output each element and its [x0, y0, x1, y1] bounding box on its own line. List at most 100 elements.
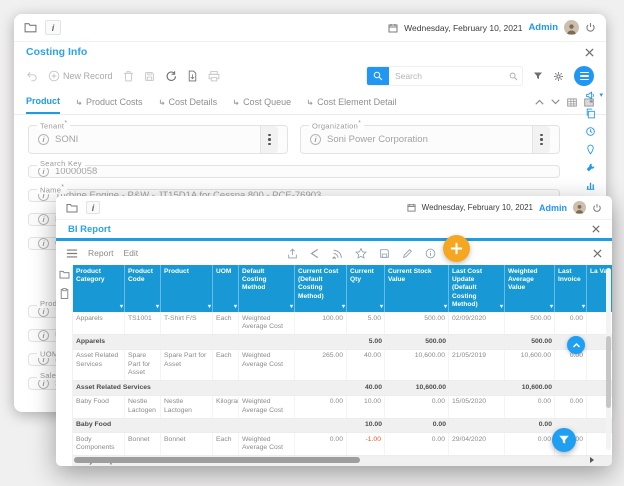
- column-header-2[interactable]: Product▾: [161, 265, 213, 312]
- close-report-icon[interactable]: [593, 249, 602, 258]
- export-document-icon[interactable]: [187, 70, 198, 82]
- info-icon[interactable]: i: [86, 201, 100, 214]
- search-icon[interactable]: [367, 66, 389, 86]
- column-header-4[interactable]: Default Costing Method▾: [239, 265, 295, 312]
- horizontal-scrollbar-thumb[interactable]: [74, 457, 360, 463]
- horizontal-scrollbar-track[interactable]: [74, 457, 584, 463]
- tenant-field[interactable]: Tenant* i SONI: [28, 125, 288, 154]
- print-icon[interactable]: [208, 71, 220, 82]
- grid-view-icon[interactable]: [567, 98, 577, 107]
- menu-report[interactable]: Report: [88, 248, 114, 258]
- cell: 10,600.00: [385, 350, 449, 380]
- user-name[interactable]: Admin: [539, 203, 567, 213]
- sort-arrow-icon[interactable]: ▾: [550, 304, 553, 312]
- tab-cost-element-detail[interactable]: Cost Element Detail: [307, 90, 397, 114]
- power-icon[interactable]: [592, 203, 602, 213]
- new-record-button[interactable]: New Record: [48, 70, 113, 82]
- cell: [125, 381, 161, 394]
- info-circle-icon[interactable]: [425, 248, 436, 259]
- star-icon[interactable]: [355, 248, 367, 259]
- info-icon[interactable]: i: [45, 20, 61, 35]
- wrench-icon[interactable]: [585, 162, 596, 173]
- column-header-6[interactable]: Current Qty▾: [347, 265, 385, 312]
- tab-product-costs[interactable]: Product Costs: [76, 90, 143, 114]
- sort-arrow-icon[interactable]: ▾: [582, 304, 585, 312]
- group-summary-row[interactable]: Asset Related Services40.0010,600.0010,6…: [73, 381, 612, 395]
- hamburger-icon[interactable]: [66, 249, 78, 258]
- chart-icon[interactable]: [585, 180, 596, 191]
- close-icon[interactable]: [585, 48, 594, 57]
- sort-arrow-icon[interactable]: ▾: [208, 304, 211, 312]
- sort-arrow-icon[interactable]: ▾: [500, 304, 503, 312]
- add-button[interactable]: [443, 235, 470, 262]
- organization-field[interactable]: Organization* i Soni Power Corporation: [300, 125, 560, 154]
- gear-icon[interactable]: [553, 71, 564, 82]
- group-summary-row[interactable]: Apparels5.00500.00500.00: [73, 335, 612, 349]
- chevron-down-icon[interactable]: [551, 99, 560, 105]
- column-header-3[interactable]: UOM▾: [213, 265, 239, 312]
- scroll-right-arrow[interactable]: [590, 457, 594, 463]
- tab-product[interactable]: Product: [26, 90, 60, 114]
- folder-icon[interactable]: [59, 270, 70, 279]
- history-icon[interactable]: [585, 126, 596, 137]
- copy-icon[interactable]: [585, 108, 596, 119]
- tab-cost-details[interactable]: Cost Details: [159, 90, 218, 114]
- folder-icon[interactable]: [66, 203, 78, 213]
- group-summary-row[interactable]: Baby Food10.000.000.00: [73, 419, 612, 433]
- search-key-field[interactable]: Search Key i 10000058: [28, 165, 560, 178]
- user-name[interactable]: Admin: [528, 22, 558, 33]
- search-magnifier-icon[interactable]: [509, 72, 518, 81]
- announcement-icon[interactable]: [585, 90, 596, 101]
- table-row[interactable]: Baby FoodNestle LactogenNestle LactogenK…: [73, 396, 612, 419]
- filter-fab-button[interactable]: [552, 428, 576, 452]
- undo-icon[interactable]: [26, 70, 38, 82]
- cell: [295, 381, 347, 394]
- delete-icon[interactable]: [123, 70, 134, 82]
- organization-more-button[interactable]: [532, 126, 550, 153]
- cell: 40.00: [347, 350, 385, 380]
- save-icon[interactable]: [144, 71, 155, 82]
- tenant-more-button[interactable]: [260, 126, 278, 153]
- panel-caret-icon[interactable]: ▾: [599, 91, 603, 99]
- clipboard-icon[interactable]: [60, 288, 69, 299]
- export-icon[interactable]: [287, 248, 298, 259]
- avatar[interactable]: [573, 201, 586, 214]
- menu-toggle-button[interactable]: [574, 66, 594, 86]
- tab-cost-queue[interactable]: Cost Queue: [233, 90, 291, 114]
- refresh-icon[interactable]: [165, 70, 177, 82]
- column-header-0[interactable]: Product Category▾: [73, 265, 125, 312]
- sort-arrow-icon[interactable]: ▾: [234, 304, 237, 312]
- avatar[interactable]: [564, 20, 579, 35]
- share-icon[interactable]: [310, 248, 320, 259]
- scroll-to-top-button[interactable]: [567, 336, 585, 354]
- save-icon[interactable]: [379, 248, 390, 259]
- column-header-8[interactable]: Last Cost Update (Default Costing Method…: [449, 265, 505, 312]
- column-header-1[interactable]: Product Code▾: [125, 265, 161, 312]
- sort-arrow-icon[interactable]: ▾: [380, 304, 383, 312]
- table-row[interactable]: Asset Related ServicesSpare Part for Ass…: [73, 350, 612, 381]
- close-icon[interactable]: [592, 225, 600, 233]
- sort-arrow-icon[interactable]: ▾: [290, 304, 293, 312]
- column-header-10[interactable]: Last Invoice▾: [555, 265, 587, 312]
- column-header-7[interactable]: Current Stock Value▾: [385, 265, 449, 312]
- sort-arrow-icon[interactable]: ▾: [156, 304, 159, 312]
- rss-icon[interactable]: [332, 248, 343, 259]
- menu-edit[interactable]: Edit: [124, 248, 139, 258]
- pin-icon[interactable]: [585, 144, 596, 155]
- folder-icon[interactable]: [24, 22, 37, 33]
- table-row[interactable]: Body ComponentsBonnetBonnetEachWeighted …: [73, 433, 612, 456]
- sort-arrow-icon[interactable]: ▾: [444, 304, 447, 312]
- vertical-scrollbar-thumb[interactable]: [606, 336, 611, 408]
- search-input[interactable]: [389, 67, 509, 85]
- table-row[interactable]: ApparelsTS1001T-Shirt F/SEachWeighted Av…: [73, 312, 612, 335]
- power-icon[interactable]: [585, 22, 596, 33]
- edit-pencil-icon[interactable]: [402, 248, 413, 259]
- sort-arrow-icon[interactable]: ▾: [120, 304, 123, 312]
- chevron-up-icon[interactable]: [535, 99, 544, 105]
- column-header-5[interactable]: Current Cost (Default Costing Method)▾: [295, 265, 347, 312]
- sort-arrow-icon[interactable]: ▾: [342, 304, 345, 312]
- column-header-9[interactable]: Weighted Average Value▾: [505, 265, 555, 312]
- cell: 265.00: [295, 350, 347, 380]
- filter-icon[interactable]: [533, 71, 543, 81]
- cell: 0.00: [555, 312, 587, 334]
